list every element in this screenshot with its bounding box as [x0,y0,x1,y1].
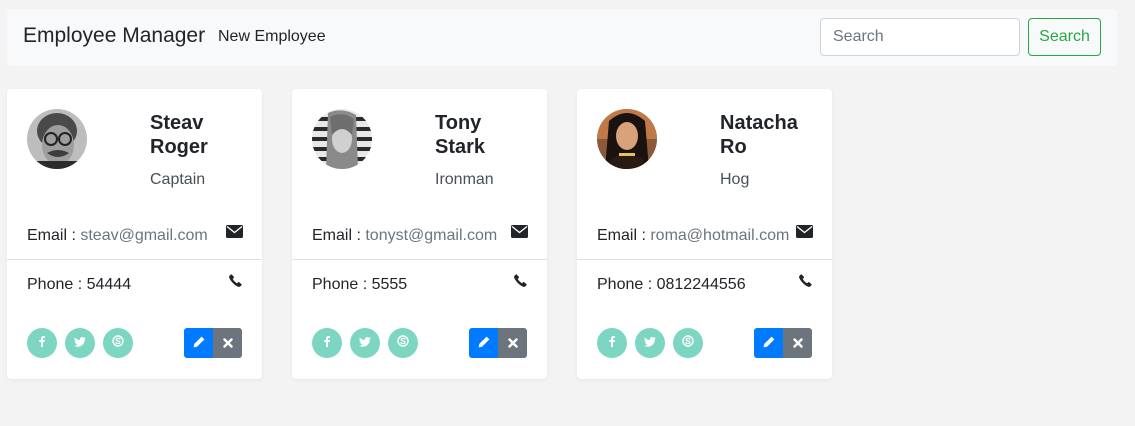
divider [577,259,832,260]
phone-label: Phone : [27,276,87,293]
times-icon [792,336,803,351]
employee-card: Steav Roger Captain Email : steav@gmail.… [7,89,262,379]
phone-value: 0812244556 [656,276,746,293]
email-label: Email : [27,227,81,244]
delete-button[interactable] [783,328,812,358]
phone-row: Phone : 0812244556 [597,276,746,294]
twitter-button[interactable] [635,328,665,358]
facebook-icon [609,334,615,352]
email-row: Email : tonyst@gmail.com [312,227,497,245]
new-employee-link[interactable]: New Employee [218,28,326,46]
employee-title: Ironman [435,171,494,188]
divider [7,259,262,260]
edit-button[interactable] [754,328,784,358]
times-icon [507,336,518,351]
email-label: Email : [312,227,366,244]
envelope-icon [511,225,528,243]
twitter-icon [644,334,656,352]
pencil-icon [478,336,490,351]
avatar [27,109,87,169]
navbar: Employee Manager New Employee Search [7,9,1117,66]
phone-icon [514,274,527,292]
skype-button[interactable] [103,328,133,358]
employee-card: Tony Stark Ironman Email : tonyst@gmail.… [292,89,547,379]
phone-icon [799,274,812,292]
facebook-icon [39,334,45,352]
skype-button[interactable] [388,328,418,358]
search-button[interactable]: Search [1028,18,1101,56]
email-row: Email : steav@gmail.com [27,227,208,245]
search-input[interactable] [820,18,1020,56]
skype-icon [682,334,694,352]
envelope-icon [226,225,243,243]
phone-value: 54444 [86,276,132,293]
twitter-button[interactable] [65,328,95,358]
phone-row: Phone : 54444 [27,276,131,294]
divider [292,259,547,260]
twitter-icon [74,334,86,352]
skype-icon [397,334,409,352]
facebook-button[interactable] [27,328,57,358]
delete-button[interactable] [498,328,527,358]
pencil-icon [763,336,775,351]
employee-name: Natacha Ro [720,112,798,158]
avatar [597,109,657,169]
times-icon [222,336,233,351]
avatar [312,109,372,169]
delete-button[interactable] [213,328,242,358]
twitter-button[interactable] [350,328,380,358]
phone-label: Phone : [597,276,657,293]
email-label: Email : [597,227,651,244]
brand-link[interactable]: Employee Manager [23,24,205,48]
employee-title: Captain [150,171,206,188]
facebook-button[interactable] [312,328,342,358]
facebook-button[interactable] [597,328,627,358]
employee-name: Steav Roger [150,112,208,158]
skype-icon [112,334,124,352]
employee-title: Hog [720,171,750,188]
envelope-icon [796,225,813,243]
twitter-icon [359,334,371,352]
phone-icon [229,274,242,292]
phone-label: Phone : [312,276,372,293]
email-value: roma@hotmail.com [650,227,790,244]
phone-row: Phone : 5555 [312,276,407,294]
edit-button[interactable] [469,328,499,358]
email-value: steav@gmail.com [80,227,208,244]
phone-value: 5555 [371,276,408,293]
skype-button[interactable] [673,328,703,358]
email-row: Email : roma@hotmail.com [597,227,789,245]
employee-card: Natacha Ro Hog Email : roma@hotmail.com … [577,89,832,379]
edit-button[interactable] [184,328,214,358]
email-value: tonyst@gmail.com [365,227,498,244]
employee-name: Tony Stark [435,112,486,158]
pencil-icon [193,336,205,351]
facebook-icon [324,334,330,352]
